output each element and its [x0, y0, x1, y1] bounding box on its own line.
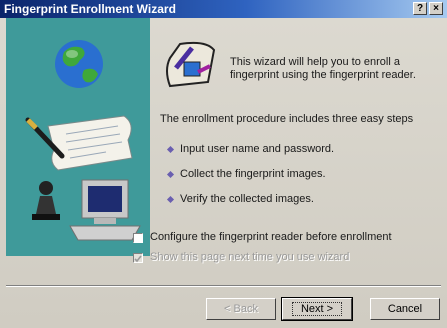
cancel-button[interactable]: Cancel: [370, 298, 440, 320]
procedure-heading: The enrollment procedure includes three …: [160, 113, 414, 125]
step-item: Verify the collected images.: [180, 193, 314, 205]
pawn-icon: [32, 181, 60, 220]
wizard-illustration-panel: [6, 18, 150, 256]
button-separator: [6, 285, 441, 287]
intro-line-2: fingerprint using the fingerprint reader…: [230, 69, 416, 81]
computer-icon: [69, 179, 141, 241]
help-button[interactable]: ?: [413, 2, 427, 15]
title-bar[interactable]: Fingerprint Enrollment Wizard ? ×: [0, 0, 447, 18]
configure-checkbox[interactable]: [133, 233, 143, 243]
next-button-label: Next >: [291, 302, 343, 316]
document-icon: [47, 115, 133, 171]
step-item: Collect the fingerprint images.: [180, 168, 326, 180]
show-page-checkbox[interactable]: [133, 253, 143, 263]
show-page-checkbox-label[interactable]: Show this page next time you use wizard: [150, 251, 349, 264]
step-item: Input user name and password.: [180, 143, 335, 155]
illustration-graphic: [25, 40, 141, 241]
wizard-icon: [166, 41, 216, 88]
configure-checkbox-label[interactable]: Configure the fingerprint reader before …: [150, 231, 392, 244]
intro-line-1: This wizard will help you to enroll a: [230, 56, 400, 68]
window-title: Fingerprint Enrollment Wizard: [4, 2, 176, 16]
globe-icon: [55, 40, 103, 88]
back-button[interactable]: < Back: [206, 298, 276, 320]
next-button[interactable]: Next >: [281, 297, 353, 321]
checkmark-icon: [134, 255, 142, 263]
close-button[interactable]: ×: [429, 2, 443, 15]
